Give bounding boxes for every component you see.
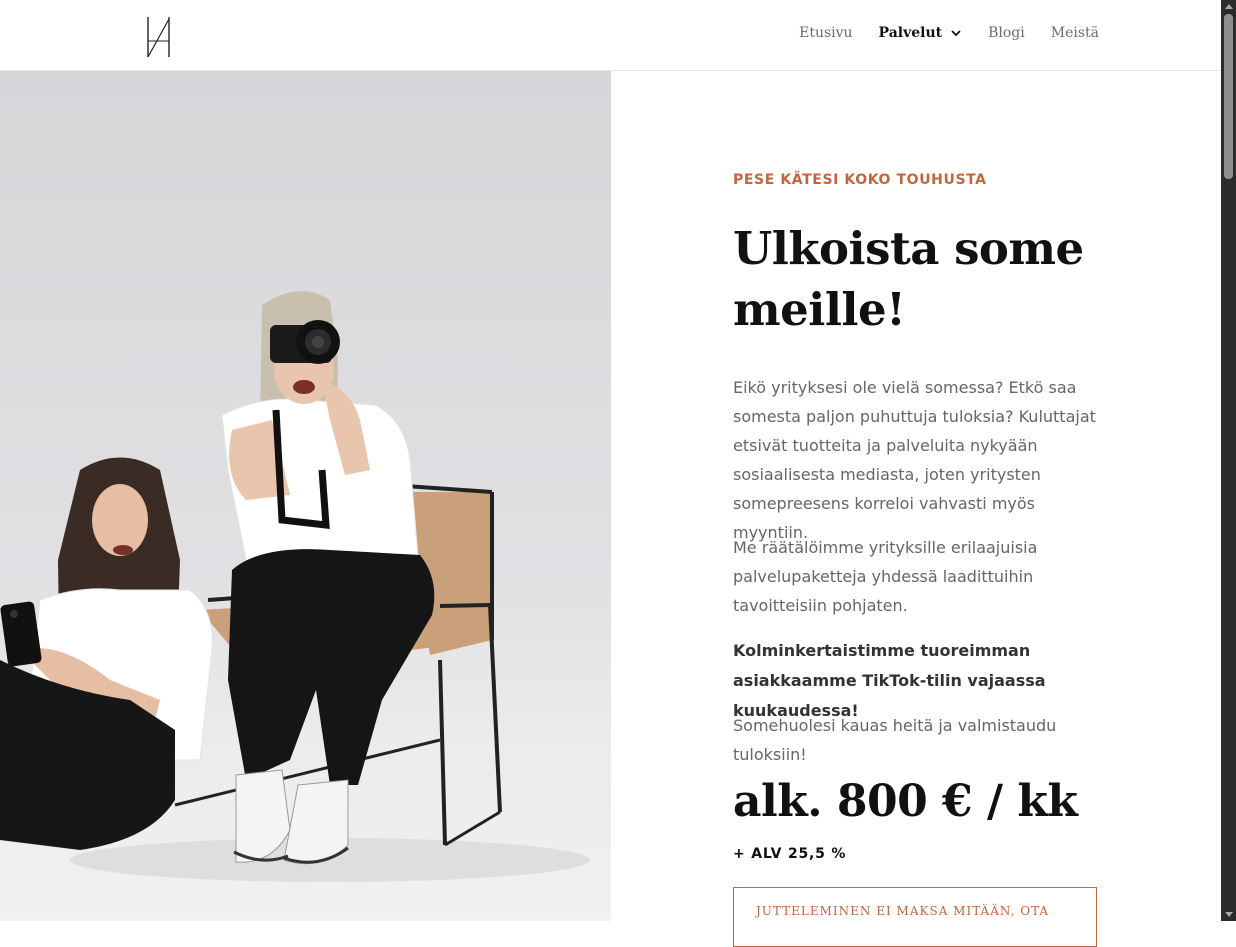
vat-note: + ALV 25,5 %: [733, 846, 847, 862]
services-paragraph: Me räätälöimme yrityksille erilaajuisia …: [733, 538, 1038, 615]
nav-item-palvelut[interactable]: Palvelut: [879, 25, 963, 41]
woman-with-phone: [0, 457, 213, 850]
eyebrow-text: PESE KÄTESI KOKO TOUHUSTA: [733, 172, 987, 188]
cta-label: JUTTELEMINEN EI MAKSA MITÄÄN, OTA: [756, 904, 1050, 918]
hero-photo: [0, 71, 611, 921]
nav-item-blogi[interactable]: Blogi: [988, 25, 1025, 41]
main-nav: Etusivu Palvelut Blogi Meistä: [799, 25, 1099, 41]
smartphone-icon: [0, 601, 42, 667]
title-line-1: Ulkoista some: [733, 222, 1084, 275]
nav-label: Palvelut: [878, 25, 943, 41]
title-line-2: meille!: [733, 283, 906, 336]
price-heading: alk. 800 € / kk: [733, 776, 1078, 827]
scrollbar-thumb[interactable]: [1224, 14, 1233, 179]
camera-icon: [270, 320, 340, 364]
nav-item-meista[interactable]: Meistä: [1051, 25, 1099, 41]
scroll-up-arrow-icon[interactable]: [1225, 4, 1233, 9]
woman-with-camera: [221, 291, 435, 865]
brand-logo[interactable]: [145, 15, 173, 59]
site-header: Etusivu Palvelut Blogi Meistä: [0, 0, 1221, 71]
page-title: Ulkoista some meille!: [733, 218, 1103, 340]
intro-paragraph: Eikö yrityksesi ole vielä somessa? Etkö …: [733, 378, 1096, 542]
chevron-down-icon: [951, 30, 961, 37]
page-scrollbar[interactable]: [1221, 0, 1236, 921]
hero-illustration: [0, 291, 590, 882]
nav-label: Meistä: [1050, 25, 1099, 41]
nav-label: Blogi: [988, 25, 1025, 41]
contact-cta-button[interactable]: JUTTELEMINEN EI MAKSA MITÄÄN, OTA: [733, 887, 1097, 947]
nav-label: Etusivu: [799, 25, 853, 41]
nav-item-etusivu[interactable]: Etusivu: [799, 25, 852, 41]
closing-paragraph: Somehuolesi kauas heitä ja valmistaudu t…: [733, 716, 1057, 764]
scroll-down-arrow-icon[interactable]: [1225, 912, 1233, 917]
